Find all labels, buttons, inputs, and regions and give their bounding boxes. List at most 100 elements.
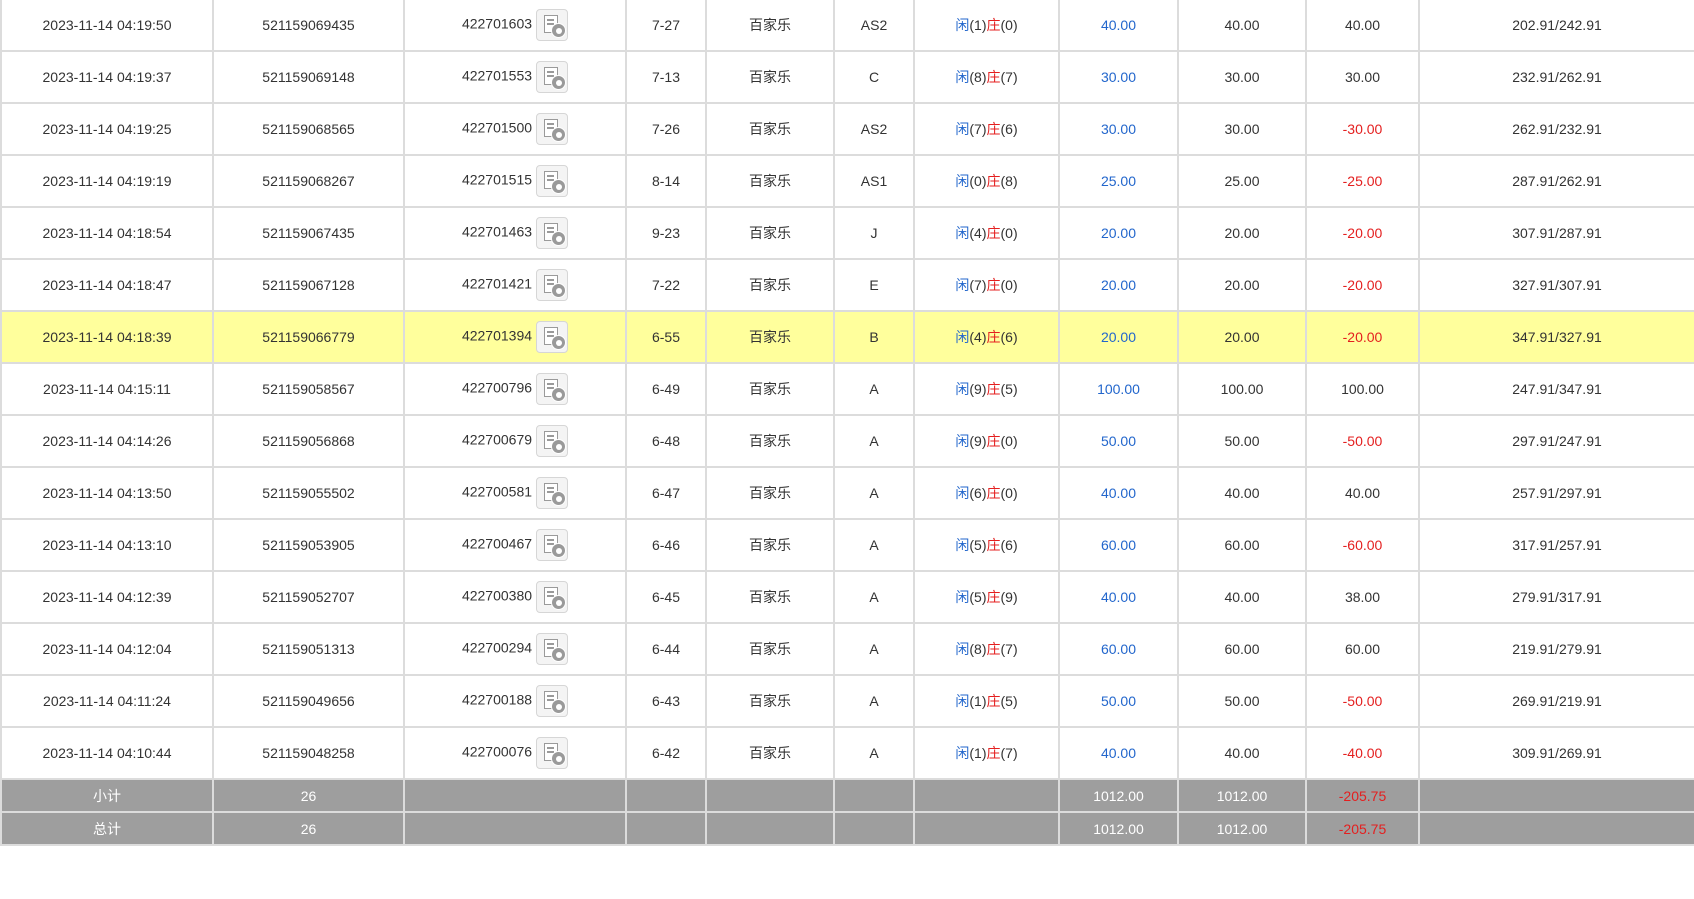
valid-bet: 30.00 bbox=[1177, 102, 1307, 156]
player-label: 闲 bbox=[955, 329, 970, 345]
replay-detail-icon[interactable] bbox=[536, 165, 569, 197]
banker-label: 庄 bbox=[986, 121, 1001, 137]
replay-detail-icon[interactable] bbox=[536, 113, 569, 145]
banker-label: 庄 bbox=[986, 277, 1001, 293]
table-name: A bbox=[833, 570, 915, 624]
game-result: 闲(4)庄(0) bbox=[913, 206, 1060, 260]
bet-amount[interactable]: 60.00 bbox=[1058, 622, 1179, 676]
player-points: 7 bbox=[974, 277, 982, 293]
total-row: 总计 26 1012.00 1012.00 -205.75 bbox=[0, 811, 1694, 846]
bet-time: 2023-11-14 04:19:37 bbox=[0, 50, 214, 104]
player-label: 闲 bbox=[955, 173, 970, 189]
banker-label: 庄 bbox=[986, 433, 1001, 449]
bet-amount[interactable]: 20.00 bbox=[1058, 206, 1179, 260]
bet-amount[interactable]: 40.00 bbox=[1058, 466, 1179, 520]
game-result: 闲(7)庄(6) bbox=[913, 102, 1060, 156]
balance-change: 317.91/257.91 bbox=[1418, 518, 1694, 572]
bet-amount[interactable]: 40.00 bbox=[1058, 726, 1179, 780]
table-name: A bbox=[833, 726, 915, 780]
player-label: 闲 bbox=[955, 537, 970, 553]
bet-amount[interactable]: 30.00 bbox=[1058, 50, 1179, 104]
round-id: 422701421 bbox=[461, 275, 533, 292]
bet-amount[interactable]: 25.00 bbox=[1058, 154, 1179, 208]
subtotal-label: 小计 bbox=[0, 778, 214, 813]
shoe-round: 6-49 bbox=[625, 362, 707, 416]
bet-time: 2023-11-14 04:19:50 bbox=[0, 0, 214, 52]
shoe-round: 6-45 bbox=[625, 570, 707, 624]
bet-amount[interactable]: 40.00 bbox=[1058, 570, 1179, 624]
table-row: 2023-11-14 04:13:50 521159055502 422700581… bbox=[0, 466, 1694, 520]
shoe-round: 6-44 bbox=[625, 622, 707, 676]
table-row: 2023-11-14 04:19:25 521159068565 422701500… bbox=[0, 102, 1694, 156]
table-name: C bbox=[833, 50, 915, 104]
replay-detail-icon[interactable] bbox=[536, 9, 569, 41]
banker-points: 5 bbox=[1005, 381, 1013, 397]
shoe-round: 7-13 bbox=[625, 50, 707, 104]
game-type: 百家乐 bbox=[705, 466, 835, 520]
replay-detail-icon[interactable] bbox=[536, 737, 569, 769]
banker-label: 庄 bbox=[986, 381, 1001, 397]
bet-amount[interactable]: 50.00 bbox=[1058, 674, 1179, 728]
game-result: 闲(9)庄(0) bbox=[913, 414, 1060, 468]
replay-detail-icon[interactable] bbox=[536, 633, 569, 665]
game-result: 闲(4)庄(6) bbox=[913, 310, 1060, 364]
table-row: 2023-11-14 04:19:37 521159069148 422701553… bbox=[0, 50, 1694, 104]
shoe-round: 7-26 bbox=[625, 102, 707, 156]
banker-label: 庄 bbox=[986, 745, 1001, 761]
round-id: 422700188 bbox=[461, 691, 533, 708]
replay-detail-icon[interactable] bbox=[536, 373, 569, 405]
player-label: 闲 bbox=[955, 225, 970, 241]
game-type: 百家乐 bbox=[705, 726, 835, 780]
player-points: 8 bbox=[974, 69, 982, 85]
replay-detail-icon[interactable] bbox=[536, 61, 569, 93]
order-id: 521159069435 bbox=[212, 0, 405, 52]
valid-bet: 20.00 bbox=[1177, 310, 1307, 364]
banker-label: 庄 bbox=[986, 589, 1001, 605]
round-id: 422701500 bbox=[461, 119, 533, 136]
banker-label: 庄 bbox=[986, 641, 1001, 657]
balance-change: 219.91/279.91 bbox=[1418, 622, 1694, 676]
shoe-round: 6-42 bbox=[625, 726, 707, 780]
bet-amount[interactable]: 60.00 bbox=[1058, 518, 1179, 572]
replay-detail-icon[interactable] bbox=[536, 425, 569, 457]
bet-amount[interactable]: 20.00 bbox=[1058, 310, 1179, 364]
banker-points: 0 bbox=[1005, 225, 1013, 241]
game-result: 闲(9)庄(5) bbox=[913, 362, 1060, 416]
total-count: 26 bbox=[212, 811, 405, 846]
shoe-round: 6-43 bbox=[625, 674, 707, 728]
replay-detail-icon[interactable] bbox=[536, 477, 569, 509]
order-id: 521159056868 bbox=[212, 414, 405, 468]
win-loss: 30.00 bbox=[1305, 50, 1420, 104]
total-valid-bet: 1012.00 bbox=[1177, 811, 1307, 846]
game-type: 百家乐 bbox=[705, 674, 835, 728]
replay-detail-icon[interactable] bbox=[536, 685, 569, 717]
records-body: 2023-11-14 04:19:50 521159069435 422701603… bbox=[0, 0, 1694, 780]
game-result: 闲(5)庄(9) bbox=[913, 570, 1060, 624]
bet-amount[interactable]: 20.00 bbox=[1058, 258, 1179, 312]
game-result: 闲(8)庄(7) bbox=[913, 50, 1060, 104]
table-name: J bbox=[833, 206, 915, 260]
replay-detail-icon[interactable] bbox=[536, 217, 569, 249]
replay-detail-icon[interactable] bbox=[536, 321, 569, 353]
bet-amount[interactable]: 100.00 bbox=[1058, 362, 1179, 416]
win-loss: -25.00 bbox=[1305, 154, 1420, 208]
player-label: 闲 bbox=[955, 121, 970, 137]
replay-detail-icon[interactable] bbox=[536, 581, 569, 613]
bet-amount[interactable]: 40.00 bbox=[1058, 0, 1179, 52]
game-result: 闲(6)庄(0) bbox=[913, 466, 1060, 520]
subtotal-win-loss: -205.75 bbox=[1338, 787, 1387, 804]
bet-amount[interactable]: 30.00 bbox=[1058, 102, 1179, 156]
game-type: 百家乐 bbox=[705, 50, 835, 104]
replay-detail-icon[interactable] bbox=[536, 529, 569, 561]
replay-detail-icon[interactable] bbox=[536, 269, 569, 301]
game-type: 百家乐 bbox=[705, 414, 835, 468]
bet-time: 2023-11-14 04:11:24 bbox=[0, 674, 214, 728]
table-name: AS2 bbox=[833, 102, 915, 156]
win-loss: -40.00 bbox=[1305, 726, 1420, 780]
table-row: 2023-11-14 04:12:39 521159052707 422700380… bbox=[0, 570, 1694, 624]
table-name: A bbox=[833, 466, 915, 520]
total-win-loss: -205.75 bbox=[1338, 820, 1387, 837]
bet-amount[interactable]: 50.00 bbox=[1058, 414, 1179, 468]
banker-points: 0 bbox=[1005, 485, 1013, 501]
table-name: A bbox=[833, 518, 915, 572]
